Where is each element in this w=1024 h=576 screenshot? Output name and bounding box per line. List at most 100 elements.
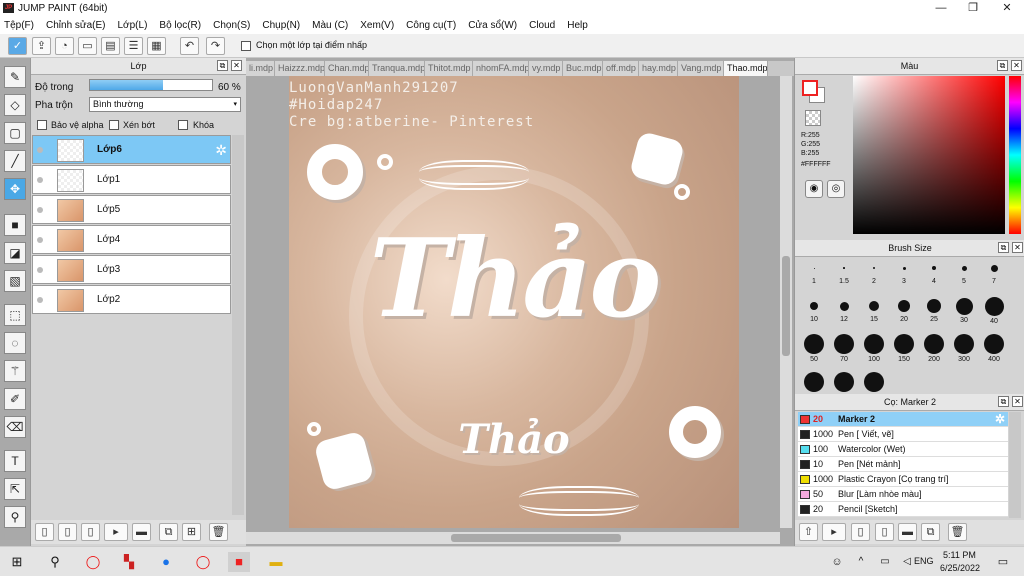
layer-scrollbar[interactable] bbox=[232, 135, 244, 515]
panel-float-icon[interactable]: ⧉ bbox=[997, 60, 1008, 71]
duplicate-icon[interactable]: ⧉ bbox=[159, 523, 178, 541]
trash-icon[interactable]: 🗑 bbox=[209, 523, 228, 541]
undo-icon[interactable]: ↶ bbox=[180, 37, 199, 55]
panel-float-icon[interactable]: ⧉ bbox=[998, 242, 1009, 253]
brush-size-cell[interactable]: 30 bbox=[949, 296, 979, 334]
brush-upload-icon[interactable]: ⇧ bbox=[799, 523, 818, 541]
windows-start-icon[interactable]: ⊞ bbox=[6, 552, 28, 572]
layer-row-lop3[interactable]: Lớp3 bbox=[32, 255, 231, 284]
brush-size-cell[interactable]: 7 bbox=[979, 258, 1009, 296]
select-pen-icon[interactable]: ✐ bbox=[4, 388, 26, 410]
palette-settings-icon[interactable]: ◎ bbox=[827, 180, 845, 198]
rect-select-icon[interactable]: ⬚ bbox=[4, 304, 26, 326]
blend-mode-select[interactable]: Bình thường ▾ bbox=[89, 97, 241, 112]
move-tool-icon[interactable]: ✥ bbox=[4, 178, 26, 200]
brush-size-cell[interactable]: 200 bbox=[919, 334, 949, 372]
menu-cloud[interactable]: Cloud bbox=[529, 20, 555, 31]
opacity-slider[interactable] bbox=[89, 79, 213, 91]
scroll-thumb[interactable] bbox=[451, 534, 621, 542]
canvas-vertical-scrollbar[interactable] bbox=[780, 76, 792, 528]
brush-item[interactable]: 50 Blur [Làm nhòe màu] bbox=[798, 487, 1008, 502]
tab-active-document[interactable]: Thao.mdp bbox=[724, 61, 768, 76]
brush-size-cell[interactable]: 2 bbox=[859, 258, 889, 296]
app-icon[interactable]: ▚ bbox=[118, 552, 140, 572]
visibility-icon[interactable] bbox=[37, 267, 43, 273]
zalo-icon[interactable]: ● bbox=[155, 552, 177, 572]
file-explorer-icon[interactable]: ▬ bbox=[265, 552, 287, 572]
list-icon[interactable]: ☰ bbox=[124, 37, 143, 55]
brush-tool-icon[interactable]: ✎ bbox=[4, 66, 26, 88]
opera-gx-icon[interactable]: ◯ bbox=[192, 552, 214, 572]
brush-item-marker2[interactable]: 20 Marker 2 ✲ bbox=[798, 412, 1008, 427]
tab-document[interactable]: Buc.mdp bbox=[563, 61, 603, 76]
panel-close-icon[interactable]: ✕ bbox=[1012, 396, 1023, 407]
menu-window[interactable]: Cửa sổ(W) bbox=[468, 20, 517, 31]
brush-export-icon[interactable]: ▯ bbox=[875, 523, 894, 541]
tab-document[interactable]: Vang.mdp bbox=[678, 61, 724, 76]
protect-alpha-checkbox[interactable] bbox=[37, 120, 47, 130]
comment-icon[interactable]: ◔ bbox=[55, 37, 74, 55]
menu-help[interactable]: Help bbox=[567, 20, 588, 31]
new-layer-8bit-icon[interactable]: ▯ bbox=[58, 523, 77, 541]
tab-document[interactable]: hay.mdp bbox=[639, 61, 678, 76]
lock-checkbox[interactable] bbox=[178, 120, 188, 130]
network-icon[interactable]: ▭ bbox=[874, 552, 896, 572]
brush-item[interactable]: 1000 Pen [ Viết, vẽ] bbox=[798, 427, 1008, 442]
brush-size-cell[interactable]: 4 bbox=[919, 258, 949, 296]
grid-icon[interactable]: ▦ bbox=[147, 37, 166, 55]
gradient-tool-icon[interactable]: ▧ bbox=[4, 270, 26, 292]
brush-size-cell[interactable]: 100 bbox=[859, 334, 889, 372]
cloud-check-icon[interactable]: ✓ bbox=[8, 37, 27, 55]
brush-size-cell[interactable] bbox=[799, 372, 829, 392]
visibility-icon[interactable] bbox=[37, 207, 43, 213]
magic-wand-icon[interactable]: ⚚ bbox=[4, 360, 26, 382]
panel-close-icon[interactable]: ✕ bbox=[231, 60, 242, 71]
menu-view[interactable]: Xem(V) bbox=[360, 20, 394, 31]
layer-row-lop1[interactable]: Lớp1 bbox=[32, 165, 231, 194]
notification-icon[interactable]: ▭ bbox=[992, 552, 1014, 572]
text-tool-icon[interactable]: T bbox=[4, 450, 26, 472]
brush-size-cell[interactable]: 25 bbox=[919, 296, 949, 334]
menu-layer[interactable]: Lớp(L) bbox=[118, 20, 148, 31]
minimize-button[interactable]: — bbox=[924, 0, 958, 16]
foreground-color-swatch[interactable] bbox=[802, 80, 818, 96]
merge-icon[interactable]: ⊞ bbox=[182, 523, 201, 541]
brush-size-cell[interactable]: 15 bbox=[859, 296, 889, 334]
duplicate-icon[interactable]: ⧉ bbox=[921, 523, 940, 541]
scroll-thumb[interactable] bbox=[782, 256, 790, 356]
hue-slider[interactable] bbox=[1009, 76, 1021, 234]
operation-tool-icon[interactable]: ⇱ bbox=[4, 478, 26, 500]
menu-tools[interactable]: Công cụ(T) bbox=[406, 20, 456, 31]
gear-icon[interactable]: ✲ bbox=[995, 412, 1005, 427]
layer-row-lop5[interactable]: Lớp5 bbox=[32, 195, 231, 224]
brush-size-cell[interactable]: 12 bbox=[829, 296, 859, 334]
menu-select[interactable]: Chọn(S) bbox=[213, 20, 250, 31]
color-picker-area[interactable] bbox=[853, 76, 1005, 234]
search-icon[interactable]: ⚲ bbox=[44, 552, 66, 572]
brush-size-cell[interactable]: 50 bbox=[799, 334, 829, 372]
close-button[interactable]: ✕ bbox=[990, 0, 1024, 16]
brush-size-cell[interactable]: 1 bbox=[799, 258, 829, 296]
brush-size-cell[interactable]: 400 bbox=[979, 334, 1009, 372]
brush-size-cell[interactable]: 1.5 bbox=[829, 258, 859, 296]
tab-document[interactable]: vy.mdp bbox=[529, 61, 563, 76]
eyedropper-icon[interactable]: ⚲ bbox=[4, 506, 26, 528]
menu-color[interactable]: Màu (C) bbox=[312, 20, 348, 31]
menu-file[interactable]: Tệp(F) bbox=[4, 20, 34, 31]
people-icon[interactable]: ☺ bbox=[826, 552, 848, 572]
tab-document[interactable]: Tranqua.mdp bbox=[369, 61, 425, 76]
brush-item[interactable]: 10 Pen [Nét mảnh] bbox=[798, 457, 1008, 472]
panel-close-icon[interactable]: ✕ bbox=[1012, 242, 1023, 253]
add-layer-menu-icon[interactable]: ▸ bbox=[104, 523, 128, 541]
share-icon[interactable]: ⇪ bbox=[32, 37, 51, 55]
brush-size-cell[interactable]: 3 bbox=[889, 258, 919, 296]
layer-row-lop2[interactable]: Lớp2 bbox=[32, 285, 231, 314]
visibility-icon[interactable] bbox=[37, 297, 43, 303]
gear-icon[interactable]: ✲ bbox=[215, 142, 227, 159]
brush-size-cell[interactable]: 300 bbox=[949, 334, 979, 372]
brush-size-cell[interactable]: 70 bbox=[829, 334, 859, 372]
tab-document[interactable]: nhomFA.mdp bbox=[473, 61, 529, 76]
tab-document[interactable]: li.mdp bbox=[246, 61, 275, 76]
tab-document[interactable]: Haizzz.mdp bbox=[275, 61, 325, 76]
palette-icon[interactable]: ◉ bbox=[805, 180, 823, 198]
